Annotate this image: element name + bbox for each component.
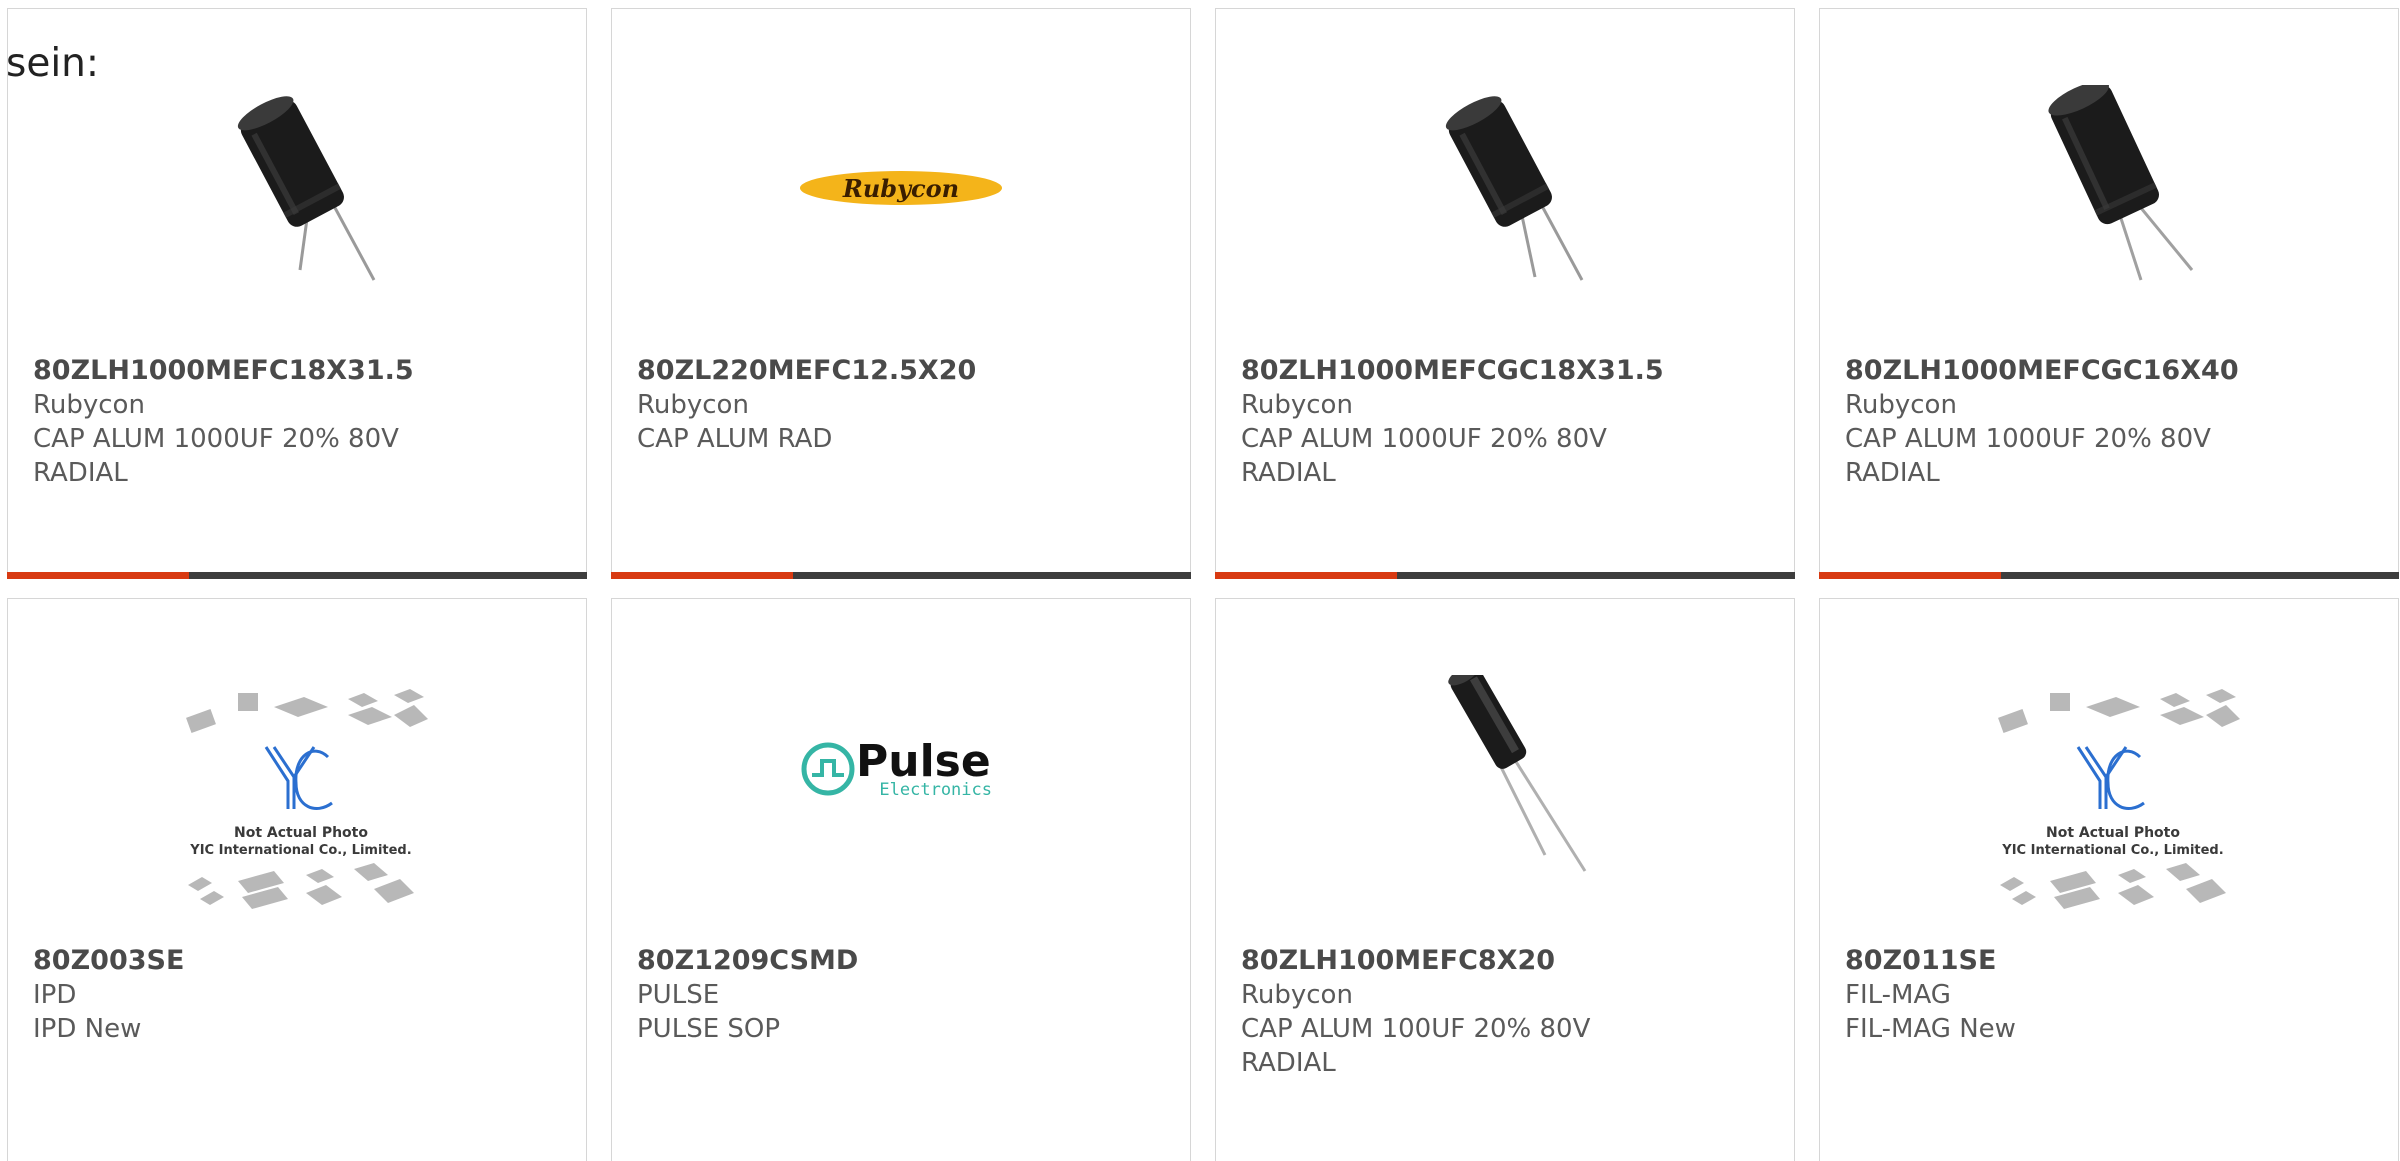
card-accent-bar	[7, 572, 587, 579]
product-card[interactable]: Rubycon 80ZL220MEFC12.5X20 Rubycon CAP A…	[611, 8, 1191, 579]
product-card[interactable]: Not Actual Photo YIC International Co., …	[7, 598, 587, 1161]
capacitor-icon	[1448, 675, 1587, 872]
product-image[interactable]	[2004, 85, 2214, 295]
description-label: CAP ALUM 1000UF 20% 80V RADIAL	[1845, 424, 2211, 488]
manufacturer-label: Rubycon	[1241, 980, 1353, 1010]
photo-caption-line1: Not Actual Photo	[234, 825, 368, 841]
manufacturer-label: IPD	[33, 980, 77, 1010]
part-number-link[interactable]: 80Z1209CSMD	[637, 944, 1170, 978]
part-number-link[interactable]: 80Z011SE	[1845, 944, 2378, 978]
part-number-link[interactable]: 80Z003SE	[33, 944, 566, 978]
product-image[interactable]: Rubycon	[796, 85, 1006, 295]
manufacturer-label: Rubycon	[1241, 390, 1353, 420]
description-label: FIL-MAG New	[1845, 1014, 2016, 1044]
card-accent-bar	[1819, 572, 2399, 579]
manufacturer-label: FIL-MAG	[1845, 980, 1951, 1010]
photo-caption-line2: YIC International Co., Limited.	[189, 843, 411, 858]
rubycon-logo-text: Rubycon	[842, 174, 959, 203]
product-image[interactable]: Not Actual Photo YIC International Co., …	[166, 685, 436, 925]
not-actual-photo-icon: Not Actual Photo YIC International Co., …	[186, 689, 428, 909]
product-card[interactable]: 80ZLH100MEFC8X20 Rubycon CAP ALUM 100UF …	[1215, 598, 1795, 1161]
product-image[interactable]: Pulse Electronics	[796, 649, 1006, 859]
capacitor-icon	[2048, 85, 2194, 281]
product-image[interactable]: Not Actual Photo YIC International Co., …	[1978, 685, 2248, 925]
manufacturer-label: Rubycon	[33, 390, 145, 420]
product-card[interactable]: 80ZLH1000MEFCGC16X40 Rubycon CAP ALUM 10…	[1819, 8, 2399, 579]
rubycon-logo-icon: Rubycon	[800, 171, 1002, 205]
product-grid-page: sein: 80ZLH1000MEFC18X31.5 Rubycon CAP A…	[0, 0, 2400, 1161]
pulse-logo-subtext: Electronics	[879, 780, 992, 800]
part-number-link[interactable]: 80ZL220MEFC12.5X20	[637, 354, 1170, 388]
photo-caption-line2: YIC International Co., Limited.	[2001, 843, 2223, 858]
photo-caption-line1: Not Actual Photo	[2046, 825, 2180, 841]
product-card[interactable]: Not Actual Photo YIC International Co., …	[1819, 598, 2399, 1161]
product-image[interactable]	[1400, 85, 1610, 295]
card-accent-bar	[1215, 572, 1795, 579]
part-number-link[interactable]: 80ZLH1000MEFCGC16X40	[1845, 354, 2378, 388]
description-label: CAP ALUM 1000UF 20% 80V RADIAL	[1241, 424, 1607, 488]
part-number-link[interactable]: 80ZLH1000MEFC18X31.5	[33, 354, 566, 388]
capacitor-icon	[237, 96, 376, 281]
manufacturer-label: Rubycon	[637, 390, 749, 420]
description-label: PULSE SOP	[637, 1014, 781, 1044]
product-image[interactable]	[192, 85, 402, 295]
manufacturer-label: Rubycon	[1845, 390, 1957, 420]
not-actual-photo-icon: Not Actual Photo YIC International Co., …	[1998, 689, 2240, 909]
description-label: IPD New	[33, 1014, 142, 1044]
product-card[interactable]: 80ZLH1000MEFCGC18X31.5 Rubycon CAP ALUM …	[1215, 8, 1795, 579]
intro-text: sein:	[6, 41, 100, 86]
manufacturer-label: PULSE	[637, 980, 720, 1010]
part-number-link[interactable]: 80ZLH100MEFC8X20	[1241, 944, 1774, 978]
product-image[interactable]	[1400, 675, 1610, 885]
pulse-logo-icon: Pulse Electronics	[801, 736, 992, 800]
product-card[interactable]: 80ZLH1000MEFC18X31.5 Rubycon CAP ALUM 10…	[7, 8, 587, 579]
part-number-link[interactable]: 80ZLH1000MEFCGC18X31.5	[1241, 354, 1774, 388]
description-label: CAP ALUM 1000UF 20% 80V RADIAL	[33, 424, 399, 488]
card-accent-bar	[611, 572, 1191, 579]
description-label: CAP ALUM RAD	[637, 424, 833, 454]
description-label: CAP ALUM 100UF 20% 80V RADIAL	[1241, 1014, 1591, 1078]
product-card[interactable]: Pulse Electronics 80Z1209CSMD PULSE PULS…	[611, 598, 1191, 1161]
capacitor-icon	[1445, 96, 1584, 281]
